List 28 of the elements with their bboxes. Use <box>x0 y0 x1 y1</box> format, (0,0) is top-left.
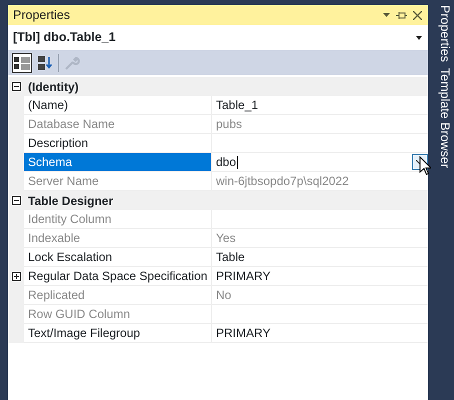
object-selector[interactable]: [Tbl] dbo.Table_1 <box>8 25 428 50</box>
property-name[interactable]: Regular Data Space Specification <box>24 267 212 286</box>
property-value: PRIMARY <box>216 325 270 342</box>
property-name[interactable]: Schema <box>24 153 212 172</box>
categorized-button[interactable] <box>12 52 32 72</box>
collapse-icon[interactable] <box>12 196 20 205</box>
mouse-pointer-icon <box>419 156 431 176</box>
text-caret <box>237 156 238 168</box>
property-name[interactable]: (Name) <box>24 96 212 115</box>
pin-icon[interactable] <box>396 10 407 20</box>
dropdown-icon[interactable] <box>383 13 390 17</box>
property-value: No <box>216 287 232 304</box>
category-header[interactable]: Table Designer <box>24 191 428 210</box>
property-name[interactable]: Lock Escalation <box>24 248 212 267</box>
panel-title: Properties <box>13 6 70 24</box>
close-icon[interactable] <box>413 10 422 20</box>
expand-icon[interactable] <box>12 272 20 281</box>
property-value: Yes <box>216 230 236 247</box>
value-field[interactable]: dbo <box>216 153 236 171</box>
property-value: Table_1 <box>216 97 258 114</box>
property-value: pubs <box>216 116 242 133</box>
property-value: PRIMARY <box>216 268 270 285</box>
category-header[interactable]: (Identity) <box>24 77 428 96</box>
collapse-icon[interactable] <box>12 82 20 91</box>
property-value: Table <box>216 249 245 266</box>
property-name[interactable]: Text/Image Filegroup <box>24 324 212 343</box>
property-value: win-6jtbsopdo7p\sql2022 <box>216 173 349 190</box>
caret-icon <box>416 36 422 40</box>
